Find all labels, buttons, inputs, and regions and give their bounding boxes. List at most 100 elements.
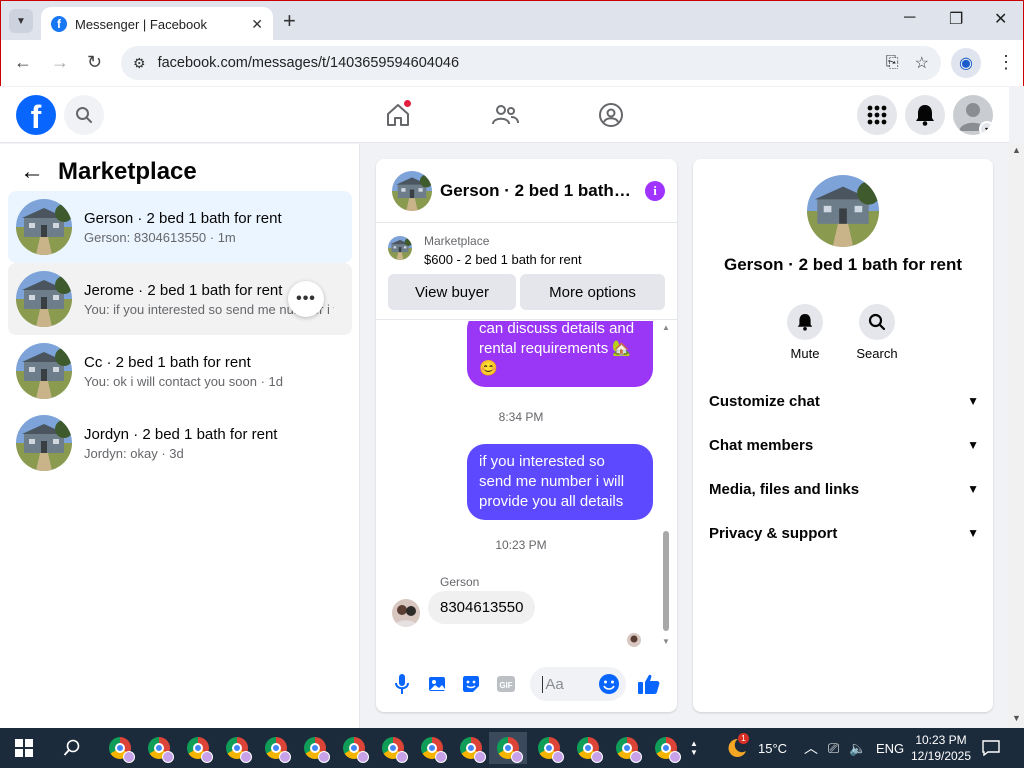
start-button[interactable]: [8, 732, 40, 764]
back-arrow-icon[interactable]: ←: [20, 158, 44, 186]
language-indicator[interactable]: ENG: [876, 728, 904, 768]
taskbar-chrome-4[interactable]: [221, 732, 253, 764]
outgoing-message[interactable]: can discuss details and rental requireme…: [467, 321, 653, 387]
media-files-links-row[interactable]: Media, files and links ▼: [709, 469, 979, 509]
show-hidden-icons-chevron-icon[interactable]: ︿: [804, 738, 818, 758]
taskbar-chrome-2[interactable]: [143, 732, 175, 764]
reload-icon[interactable]: ↻: [87, 52, 102, 73]
new-tab-button[interactable]: +: [283, 9, 296, 33]
taskbar-chrome-3[interactable]: [182, 732, 214, 764]
taskbar-chrome-5[interactable]: [260, 732, 292, 764]
chat-header[interactable]: Gerson · 2 bed 1 bath for rent i: [376, 159, 677, 223]
page-scrollbar[interactable]: ▲ ▼: [1009, 143, 1024, 728]
search-label: Search: [856, 346, 898, 361]
chevron-down-icon: ▼: [967, 438, 979, 452]
taskbar-chrome-15[interactable]: [650, 732, 682, 764]
taskbar-chrome-13[interactable]: [572, 732, 604, 764]
taskbar-chrome-1[interactable]: [104, 732, 136, 764]
chat-title[interactable]: Gerson · 2 bed 1 bath for rent: [440, 181, 635, 201]
chevron-up-icon[interactable]: ▲: [690, 739, 698, 748]
more-options-button[interactable]: More options: [520, 274, 665, 310]
chrome-icon: [109, 737, 135, 763]
message-input-placeholder[interactable]: Aa: [542, 675, 598, 693]
conversation-sidebar: ← Marketplace Gerson · 2 bed 1 bath for …: [0, 144, 360, 728]
chevron-down-icon[interactable]: ▼: [690, 748, 698, 757]
tab-search-chevron-icon[interactable]: ▼: [9, 9, 33, 33]
notification-center-button[interactable]: [982, 728, 1000, 768]
like-button[interactable]: [634, 669, 663, 699]
taskbar-chrome-11-active[interactable]: [489, 732, 527, 764]
taskbar-chrome-6[interactable]: [299, 732, 331, 764]
tab-close-icon[interactable]: ✕: [251, 16, 263, 33]
taskbar-search-button[interactable]: [56, 732, 88, 764]
weather-widget[interactable]: 1 15°C: [724, 728, 787, 768]
menu-button[interactable]: [857, 95, 897, 135]
url-text[interactable]: facebook.com/messages/t/1403659594604046: [158, 55, 870, 71]
scroll-up-icon[interactable]: ▲: [662, 323, 670, 332]
listing-thumbnail: [16, 271, 72, 327]
address-bar[interactable]: ⚙ facebook.com/messages/t/14036595946040…: [121, 46, 941, 80]
incoming-message[interactable]: 8304613550: [428, 591, 536, 624]
clock[interactable]: 10:23 PM 12/19/2025: [911, 728, 971, 768]
privacy-support-row[interactable]: Privacy & support ▼: [709, 513, 979, 553]
chrome-icon: [577, 737, 603, 763]
info-icon[interactable]: i: [645, 180, 665, 201]
forward-arrow-icon[interactable]: →: [51, 52, 69, 73]
message-scrollbar[interactable]: ▲ ▼: [662, 323, 670, 649]
emoji-icon[interactable]: [598, 673, 620, 695]
page-scroll-down-icon[interactable]: ▼: [1012, 713, 1021, 723]
facebook-logo-icon[interactable]: f: [16, 95, 56, 135]
conversation-options-button[interactable]: •••: [288, 281, 324, 317]
taskbar-chrome-8[interactable]: [377, 732, 409, 764]
window-close-button[interactable]: ✕: [994, 9, 1007, 29]
conversation-item[interactable]: Jordyn · 2 bed 1 bath for rent Jordyn: o…: [8, 407, 352, 479]
bookmark-star-icon[interactable]: ☆: [915, 53, 929, 73]
taskbar-overflow-arrows[interactable]: ▲ ▼: [688, 728, 700, 768]
profile-icon[interactable]: ◉: [951, 48, 981, 78]
sticker-button[interactable]: [457, 669, 486, 699]
account-avatar[interactable]: ▾: [953, 95, 993, 135]
conversation-item[interactable]: Jerome · 2 bed 1 bath for rent You: if y…: [8, 263, 352, 335]
conversation-item[interactable]: Cc · 2 bed 1 bath for rent You: ok i wil…: [8, 335, 352, 407]
taskbar-chrome-14[interactable]: [611, 732, 643, 764]
home-nav[interactable]: [380, 97, 416, 133]
conversation-snippet: Gerson: 8304613550 · 1m: [84, 229, 236, 245]
taskbar-chrome-12[interactable]: [533, 732, 565, 764]
chat-members-row[interactable]: Chat members ▼: [709, 425, 979, 465]
sidebar-title: Marketplace: [58, 158, 197, 185]
taskbar-chrome-10[interactable]: [455, 732, 487, 764]
browser-tab[interactable]: f Messenger | Facebook ✕: [41, 7, 273, 41]
chrome-icon: [265, 737, 291, 763]
view-buyer-button[interactable]: View buyer: [388, 274, 516, 310]
taskbar-chrome-9[interactable]: [416, 732, 448, 764]
taskbar-chrome-7[interactable]: [338, 732, 370, 764]
speaker-icon[interactable]: 🔈: [849, 740, 866, 757]
browser-menu-icon[interactable]: ⋮: [997, 52, 1015, 73]
weather-moon-icon: 1: [724, 733, 750, 759]
notifications-button[interactable]: [905, 95, 945, 135]
account-chevron-icon: ▾: [979, 121, 993, 135]
mute-button[interactable]: Mute: [775, 304, 835, 361]
conversation-item[interactable]: Gerson · 2 bed 1 bath for rent Gerson: 8…: [8, 191, 352, 263]
back-arrow-icon[interactable]: ←: [14, 52, 32, 73]
scroll-down-icon[interactable]: ▼: [662, 637, 670, 646]
meet-now-icon[interactable]: ⎚: [828, 740, 839, 757]
scroll-thumb[interactable]: [663, 531, 669, 631]
attach-photo-button[interactable]: [423, 669, 452, 699]
search-button[interactable]: [64, 95, 104, 135]
message-input[interactable]: Aa: [530, 667, 627, 701]
site-settings-icon[interactable]: ⚙: [133, 55, 146, 72]
voice-clip-button[interactable]: [388, 669, 417, 699]
minimize-button[interactable]: ─: [904, 9, 915, 27]
groups-nav[interactable]: [593, 97, 629, 133]
maximize-button[interactable]: ❐: [949, 9, 963, 29]
conversation-snippet: You: ok i will contact you soon · 1d: [84, 373, 283, 389]
friends-nav[interactable]: [487, 97, 523, 133]
search-in-chat-button[interactable]: Search: [847, 304, 907, 361]
customize-chat-row[interactable]: Customize chat ▼: [709, 381, 979, 421]
friends-icon: [492, 105, 519, 125]
outgoing-message[interactable]: if you interested so send me number i wi…: [467, 444, 653, 520]
page-scroll-up-icon[interactable]: ▲: [1012, 145, 1021, 155]
install-app-icon[interactable]: ⎘: [886, 54, 899, 72]
gif-button[interactable]: GIF: [492, 669, 521, 699]
